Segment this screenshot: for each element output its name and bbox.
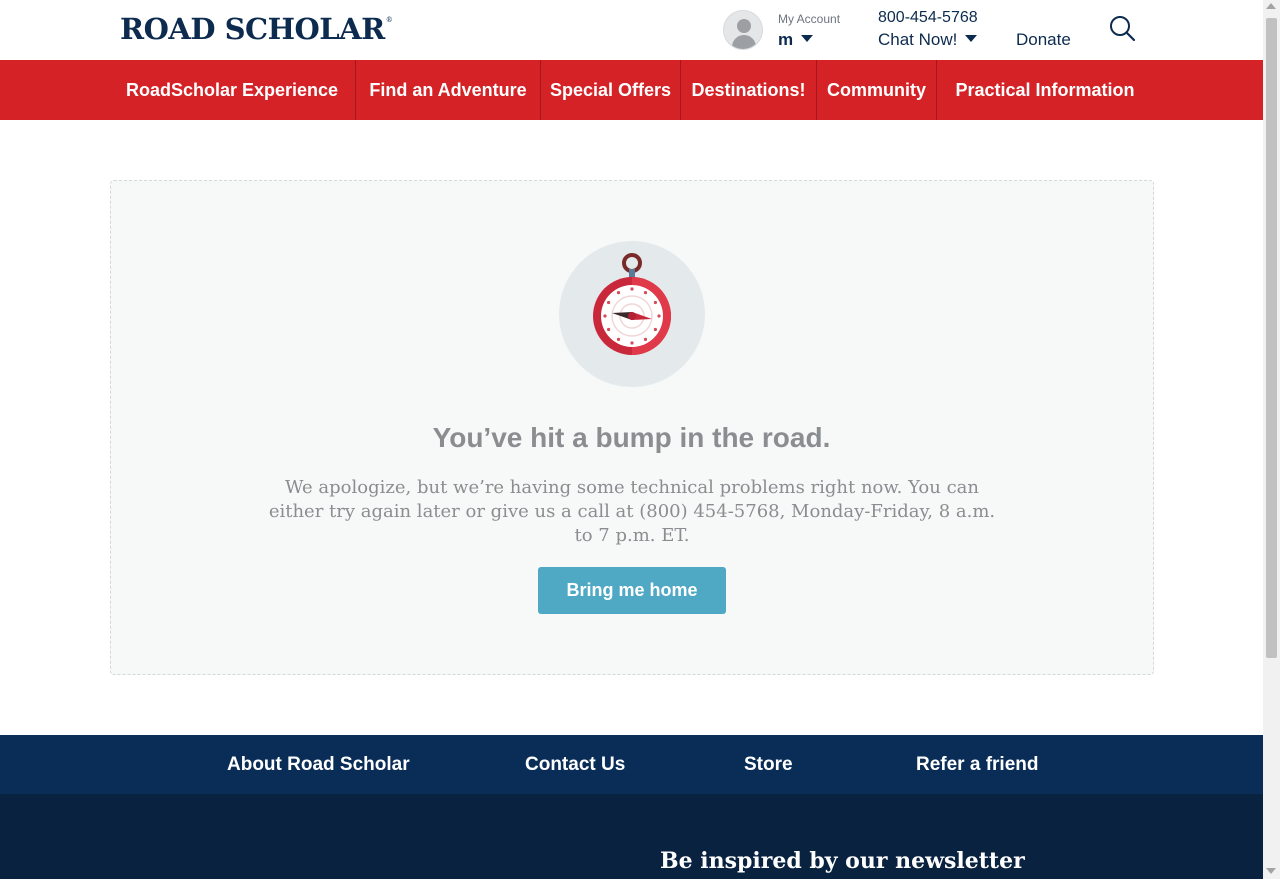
avatar-body: [732, 35, 756, 49]
error-headline: You’ve hit a bump in the road.: [432, 422, 831, 453]
chevron-down-icon: [801, 35, 814, 43]
error-message: We apologize, but we’re having some tech…: [268, 477, 996, 546]
logo-text: ROAD SCHOLAR: [120, 12, 385, 46]
account-name: m: [778, 30, 794, 49]
person-icon[interactable]: [723, 10, 763, 50]
main-nav: RoadScholar Experience Find an Adventure…: [0, 60, 1263, 120]
my-account-label: My Account: [778, 12, 841, 26]
footer-newsletter-section: [0, 794, 1263, 879]
footer-link-about[interactable]: About Road Scholar: [227, 735, 410, 794]
bring-me-home-button[interactable]: Bring me home: [538, 567, 726, 614]
nav-item-destinations[interactable]: Destinations!: [681, 60, 816, 120]
phone-number[interactable]: 800-454-5768: [878, 9, 978, 27]
search-icon[interactable]: [1108, 14, 1136, 42]
nav-item-roadscholar-experience[interactable]: RoadScholar Experience: [120, 60, 344, 120]
scroll-down-arrow-icon[interactable]: [1266, 868, 1276, 874]
chat-now-label: Chat Now!: [878, 30, 958, 49]
footer-link-refer-a-friend[interactable]: Refer a friend: [916, 735, 1038, 794]
road-scholar-logo[interactable]: ROAD SCHOLAR®: [120, 12, 393, 46]
registered-mark: ®: [385, 16, 393, 24]
newsletter-heading: Be inspired by our newsletter: [660, 848, 1025, 874]
scrollbar-thumb[interactable]: [1266, 18, 1277, 658]
site-header: ROAD SCHOLAR® My Account m 800-454-5768 …: [0, 0, 1263, 60]
scroll-up-arrow-icon[interactable]: [1266, 3, 1276, 9]
footer-links-bar: About Road Scholar Contact Us Store Refe…: [0, 735, 1263, 794]
avatar-head: [737, 19, 751, 33]
chevron-down-icon: [965, 35, 978, 43]
account-menu[interactable]: m: [778, 30, 814, 50]
compass-icon: [559, 241, 705, 387]
nav-item-practical-information[interactable]: Practical Information: [937, 60, 1153, 120]
nav-item-community[interactable]: Community: [817, 60, 936, 120]
nav-item-find-an-adventure[interactable]: Find an Adventure: [356, 60, 540, 120]
footer-link-store[interactable]: Store: [744, 735, 793, 794]
footer-link-contact[interactable]: Contact Us: [525, 735, 625, 794]
nav-item-special-offers[interactable]: Special Offers: [541, 60, 680, 120]
donate-link[interactable]: Donate: [1016, 30, 1071, 50]
chat-now-menu[interactable]: Chat Now!: [878, 30, 978, 50]
page: ROAD SCHOLAR® My Account m 800-454-5768 …: [0, 0, 1263, 879]
